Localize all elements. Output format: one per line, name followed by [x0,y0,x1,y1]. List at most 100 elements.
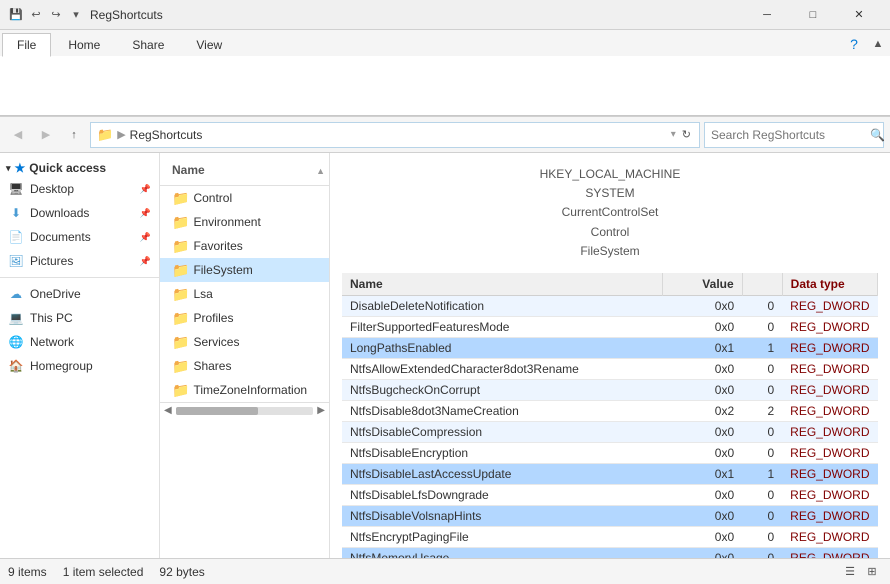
pin-icon-2: 📌 [140,208,151,219]
sidebar-item-onedrive[interactable]: ☁ OneDrive [0,282,159,306]
cell-name: NtfsDisable8dot3NameCreation [342,400,662,421]
cell-data: 0 [742,316,782,337]
search-input[interactable] [711,128,866,142]
folder-icon: 📁 [172,358,189,375]
forward-button[interactable]: ▶ [34,123,58,147]
tree-item-shares[interactable]: 📁 Shares [160,354,329,378]
cell-name: NtfsBugcheckOnCorrupt [342,379,662,400]
table-row[interactable]: DisableDeleteNotification 0x0 0 REG_DWOR… [342,295,878,316]
cell-value: 0x0 [662,379,742,400]
cell-type: REG_DWORD [782,463,877,484]
sidebar-desktop-label: Desktop [30,182,134,196]
sidebar-downloads-label: Downloads [30,206,134,220]
tree-item-control[interactable]: 📁 Control [160,186,329,210]
tree-sort-icon[interactable]: ▲ [316,166,325,176]
folder-icon: 📁 [172,286,189,303]
table-row[interactable]: NtfsMemoryUsage 0x0 0 REG_DWORD [342,547,878,558]
table-row[interactable]: FilterSupportedFeaturesMode 0x0 0 REG_DW… [342,316,878,337]
address-dropdown-icon[interactable]: ▾ [671,129,676,140]
tree-item-timezoneinformation[interactable]: 📁 TimeZoneInformation [160,378,329,402]
tree-item-services[interactable]: 📁 Services [160,330,329,354]
table-row[interactable]: NtfsDisableCompression 0x0 0 REG_DWORD [342,421,878,442]
tree-items: 📁 Control 📁 Environment 📁 Favorites 📁 Fi… [160,186,329,402]
redo-icon[interactable]: ↪ [48,7,64,23]
sidebar-item-downloads[interactable]: ⬇ Downloads 📌 [0,201,159,225]
sidebar-item-homegroup[interactable]: 🏠 Homegroup [0,354,159,378]
tab-file[interactable]: File [2,33,51,57]
table-row[interactable]: NtfsEncryptPagingFile 0x0 0 REG_DWORD [342,526,878,547]
cell-value: 0x0 [662,547,742,558]
cell-type: REG_DWORD [782,379,877,400]
cell-value: 0x0 [662,442,742,463]
tree-item-filesystem[interactable]: 📁 FileSystem [160,258,329,282]
quick-access-toolbar[interactable]: 💾 [8,7,24,23]
cell-value: 0x0 [662,358,742,379]
address-box[interactable]: 📁 ▶ RegShortcuts ▾ ↻ [90,122,700,148]
col-header-value: Value [662,273,742,296]
tree-item-lsa[interactable]: 📁 Lsa [160,282,329,306]
tree-item-profiles[interactable]: 📁 Profiles [160,306,329,330]
search-box[interactable]: 🔍 [704,122,884,148]
cell-value: 0x0 [662,421,742,442]
tab-home[interactable]: Home [53,33,115,56]
folder-icon: 📁 [172,334,189,351]
cell-type: REG_DWORD [782,316,877,337]
tree-item-favorites[interactable]: 📁 Favorites [160,234,329,258]
table-row[interactable]: NtfsDisableVolsnapHints 0x0 0 REG_DWORD [342,505,878,526]
reg-path-line-4: Control [342,223,878,242]
details-view-button[interactable]: ☰ [840,562,860,582]
sidebar-item-thispc[interactable]: 💻 This PC [0,306,159,330]
table-row[interactable]: NtfsDisable8dot3NameCreation 0x2 2 REG_D… [342,400,878,421]
help-icon[interactable]: ? [842,32,866,56]
table-row[interactable]: NtfsDisableLfsDowngrade 0x0 0 REG_DWORD [342,484,878,505]
reg-path-line-5: FileSystem [342,242,878,261]
table-row[interactable]: LongPathsEnabled 0x1 1 REG_DWORD [342,337,878,358]
tree-item-label: FileSystem [193,263,252,277]
undo-icon[interactable]: ↩ [28,7,44,23]
table-row[interactable]: NtfsAllowExtendedCharacter8dot3Rename 0x… [342,358,878,379]
tree-scroll-right[interactable]: ▶ [317,405,325,416]
sidebar-item-pictures[interactable]: 🖼 Pictures 📌 [0,249,159,273]
tree-scroll-thumb[interactable] [176,407,259,415]
cell-data: 0 [742,526,782,547]
pictures-icon: 🖼 [8,253,24,269]
customize-icon[interactable]: ▾ [68,7,84,23]
sidebar-item-documents[interactable]: 📄 Documents 📌 [0,225,159,249]
table-row[interactable]: NtfsBugcheckOnCorrupt 0x0 0 REG_DWORD [342,379,878,400]
sidebar-homegroup-label: Homegroup [30,359,151,373]
homegroup-icon: 🏠 [8,358,24,374]
tree-item-environment[interactable]: 📁 Environment [160,210,329,234]
tab-share[interactable]: Share [117,33,179,56]
folder-icon: 📁 [172,238,189,255]
cell-type: REG_DWORD [782,358,877,379]
network-icon: 🌐 [8,334,24,350]
cell-type: REG_DWORD [782,484,877,505]
tree-scroll-left[interactable]: ◀ [164,405,172,416]
sidebar-item-desktop[interactable]: 🖥 Desktop 📌 [0,177,159,201]
sidebar-item-network[interactable]: 🌐 Network [0,330,159,354]
back-button[interactable]: ◀ [6,123,30,147]
maximize-button[interactable]: □ [790,0,836,30]
minimize-button[interactable]: ─ [744,0,790,30]
table-row[interactable]: NtfsDisableLastAccessUpdate 0x1 1 REG_DW… [342,463,878,484]
close-button[interactable]: ✕ [836,0,882,30]
table-row[interactable]: NtfsDisableEncryption 0x0 0 REG_DWORD [342,442,878,463]
cell-value: 0x0 [662,316,742,337]
quick-access-header[interactable]: ▾ ★ Quick access [0,157,159,177]
ribbon-collapse-icon[interactable]: ▲ [866,32,890,56]
up-button[interactable]: ↑ [62,123,86,147]
tab-view[interactable]: View [181,33,237,56]
pin-icon-4: 📌 [140,256,151,267]
cell-data: 0 [742,505,782,526]
view-controls: ☰ ⊞ [840,562,882,582]
folder-icon: 📁 [172,190,189,207]
tree-item-label: Lsa [193,287,212,301]
cell-data: 0 [742,484,782,505]
folder-icon: 📁 [172,262,189,279]
sidebar-thispc-label: This PC [30,311,151,325]
large-icons-button[interactable]: ⊞ [862,562,882,582]
window-title: RegShortcuts [90,8,163,22]
desktop-icon: 🖥 [8,181,24,197]
refresh-button[interactable]: ↻ [680,126,693,143]
status-items-count: 9 items [8,565,47,579]
